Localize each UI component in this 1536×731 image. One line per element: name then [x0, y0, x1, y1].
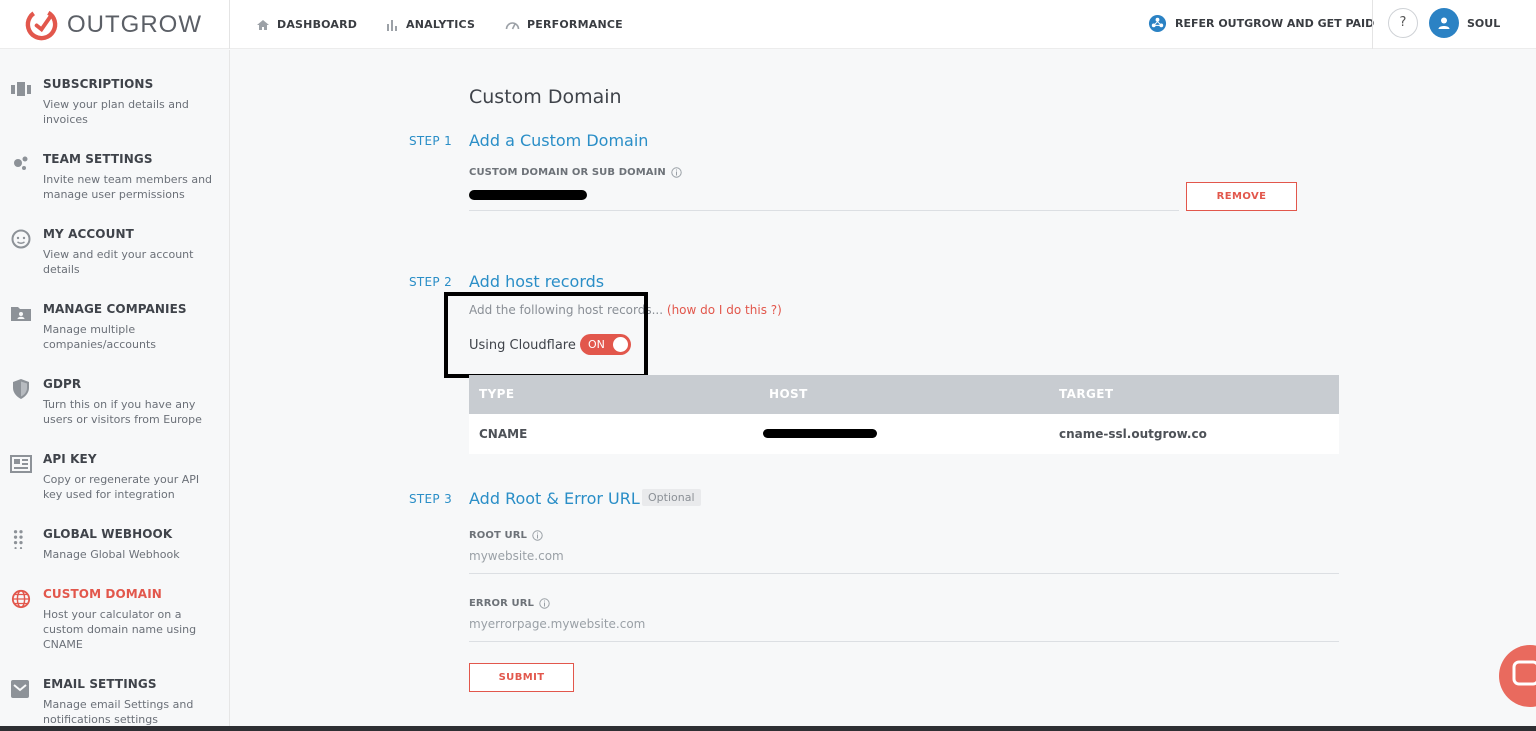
sidebar-item-title: CUSTOM DOMAIN [43, 587, 162, 601]
main-content: Custom Domain STEP 1 Add a Custom Domain… [231, 50, 1536, 731]
sidebar-item-desc: Invite new team members and manage user … [43, 173, 213, 201]
custom-domain-label: CUSTOM DOMAIN OR SUB DOMAIN [469, 167, 682, 178]
sidebar-item-desc: Manage email Settings and notifications … [43, 698, 194, 726]
column-type: TYPE [479, 387, 515, 401]
bottom-strip [0, 726, 1536, 731]
error-url-underline [469, 641, 1339, 642]
sidebar-item-desc: View your plan details and invoices [43, 98, 189, 126]
referral-network-icon [1148, 14, 1167, 33]
shield-icon [13, 379, 29, 399]
step-2-label: STEP 2 [409, 275, 453, 289]
sidebar-item-title: API KEY [43, 452, 97, 466]
how-to-link[interactable]: (how do I do this ?) [667, 303, 782, 317]
optional-badge: Optional [642, 489, 701, 506]
error-url-input[interactable]: myerrorpage.mywebsite.com [469, 617, 645, 631]
page-title: Custom Domain [469, 86, 622, 108]
nav-analytics[interactable]: ANALYTICS [386, 0, 475, 49]
root-url-label-text: ROOT URL [469, 530, 527, 541]
custom-domain-input-underline [469, 210, 1179, 211]
step-3-label: STEP 3 [409, 492, 453, 506]
sidebar-item-title: MANAGE COMPANIES [43, 302, 187, 316]
root-url-label: ROOT URL [469, 530, 543, 541]
api-key-icon [10, 455, 32, 473]
brand-name: OUTGROW [67, 10, 202, 38]
sidebar-item-desc: Turn this on if you have any users or vi… [43, 398, 202, 426]
globe-icon [11, 589, 31, 609]
avatar[interactable] [1429, 8, 1459, 38]
sidebar-item-desc: Host your calculator on a custom domain … [43, 608, 197, 651]
email-icon [11, 680, 29, 698]
refer-link[interactable]: REFER OUTGROW AND GET PAID [1148, 14, 1374, 33]
cell-host-redacted [763, 429, 877, 438]
nav-performance-label: PERFORMANCE [527, 18, 623, 31]
outgrow-logo[interactable]: OUTGROW [24, 7, 202, 42]
root-url-input[interactable]: mywebsite.com [469, 549, 564, 563]
highlight-annotation-box [444, 292, 648, 378]
sidebar-item-title: GDPR [43, 377, 82, 391]
outgrow-logo-icon [25, 8, 58, 41]
step-1-label: STEP 1 [409, 134, 453, 148]
chat-icon [1512, 660, 1536, 686]
top-bar: OUTGROW DASHBOARD ANALYTICS PERFORMANCE … [0, 0, 1536, 49]
sidebar-item-desc: Copy or regenerate your API key used for… [43, 473, 200, 501]
cell-target[interactable]: cname-ssl.outgrow.co [1059, 427, 1207, 441]
sidebar-item-title: SUBSCRIPTIONS [43, 77, 154, 91]
sidebar-item-title: GLOBAL WEBHOOK [43, 527, 173, 541]
column-target: TARGET [1059, 387, 1114, 401]
submit-button[interactable]: SUBMIT [469, 663, 574, 692]
home-icon [257, 19, 269, 30]
info-icon[interactable] [671, 167, 682, 178]
sidebar-item-title: EMAIL SETTINGS [43, 677, 157, 691]
account-icon [11, 229, 31, 249]
companies-folder-icon [11, 307, 31, 321]
column-host: HOST [769, 387, 808, 401]
sidebar-item-title: TEAM SETTINGS [43, 152, 153, 166]
table-header: TYPE HOST TARGET [469, 375, 1339, 414]
subscriptions-icon [11, 82, 31, 96]
sidebar-item-desc: Manage Global Webhook [43, 548, 180, 561]
remove-button[interactable]: REMOVE [1186, 182, 1297, 211]
nav-dashboard[interactable]: DASHBOARD [256, 0, 357, 49]
host-records-table: TYPE HOST TARGET CNAME cname-ssl.outgrow… [469, 375, 1339, 454]
info-icon[interactable] [532, 530, 543, 541]
step-1-title: Add a Custom Domain [469, 131, 649, 150]
bar-chart-icon [387, 19, 397, 31]
cell-type: CNAME [479, 427, 528, 441]
custom-domain-label-text: CUSTOM DOMAIN OR SUB DOMAIN [469, 167, 666, 178]
root-url-underline [469, 573, 1339, 574]
error-url-label-text: ERROR URL [469, 598, 535, 609]
user-name[interactable]: SOUL [1467, 17, 1500, 30]
step-3-title: Add Root & Error URL [469, 489, 640, 508]
error-url-label: ERROR URL [469, 598, 550, 609]
team-icon [14, 156, 28, 170]
settings-sidebar: SUBSCRIPTIONS View your plan details and… [0, 50, 230, 731]
refer-label: REFER OUTGROW AND GET PAID [1175, 17, 1375, 30]
topbar-divider [229, 0, 230, 49]
table-row: CNAME cname-ssl.outgrow.co [469, 414, 1339, 454]
gauge-icon [505, 21, 520, 29]
nav-performance[interactable]: PERFORMANCE [505, 0, 623, 49]
sidebar-item-title: MY ACCOUNT [43, 227, 134, 241]
help-button[interactable]: ? [1388, 8, 1418, 38]
nav-dashboard-label: DASHBOARD [277, 18, 358, 31]
webhook-grid-icon [13, 530, 23, 549]
sidebar-item-desc: Manage multiple companies/accounts [43, 323, 157, 351]
user-icon [1438, 17, 1450, 29]
custom-domain-input-redacted[interactable] [469, 190, 587, 200]
info-icon[interactable] [539, 598, 550, 609]
nav-analytics-label: ANALYTICS [406, 18, 476, 31]
sidebar-item-desc: View and edit your account details [43, 248, 194, 276]
step-2-title: Add host records [469, 272, 605, 291]
topbar-divider-right [1372, 0, 1373, 49]
